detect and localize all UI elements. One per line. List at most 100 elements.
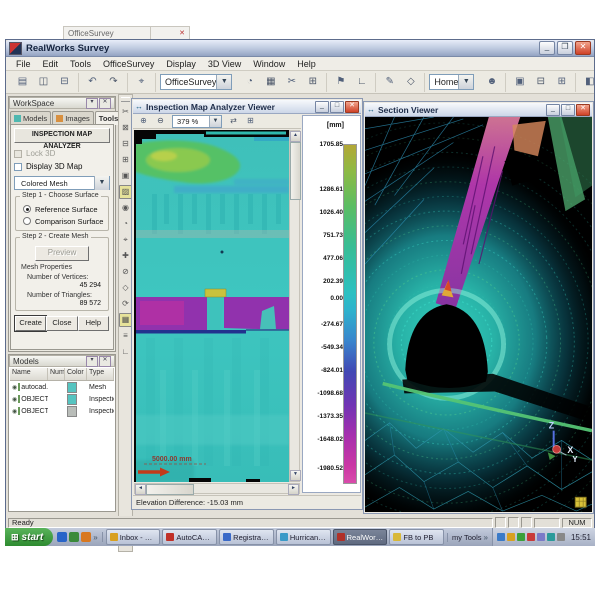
open-icon[interactable]: ▤ xyxy=(13,73,32,92)
visibility-eye-icon[interactable]: ◉ xyxy=(12,408,17,415)
maximize-button[interactable]: □ xyxy=(330,101,344,113)
panel-collapse-icon[interactable]: ▾ xyxy=(86,356,98,367)
messenger-tray-icon[interactable] xyxy=(537,533,545,541)
cascade-icon[interactable]: ▣ xyxy=(510,73,529,92)
minimize-button[interactable]: _ xyxy=(546,104,560,116)
scroll-left-icon[interactable]: ◄ xyxy=(135,484,146,495)
minimize-button[interactable]: _ xyxy=(539,41,555,55)
show-desktop-icon[interactable] xyxy=(69,532,79,542)
measure-icon[interactable]: ∟ xyxy=(352,73,371,92)
menu-help[interactable]: Help xyxy=(291,59,322,69)
taskbar-button[interactable]: FB to PB xyxy=(389,529,444,545)
swap-view-icon[interactable]: ⇄ xyxy=(226,114,241,129)
close-button[interactable]: ✕ xyxy=(575,41,591,55)
chevron-down-icon[interactable]: ▼ xyxy=(216,75,231,89)
print-icon[interactable]: ⊟ xyxy=(55,73,74,92)
mesh-type-select[interactable]: Colored Mesh ▼ xyxy=(14,176,110,190)
close-icon[interactable]: ✕ xyxy=(345,101,359,113)
taskbar-button[interactable]: Inbox - Microsof... xyxy=(106,529,161,545)
horizontal-scrollbar[interactable]: ◄ ► xyxy=(134,483,300,494)
help-button[interactable]: Help xyxy=(78,316,109,331)
restore-button[interactable]: ❐ xyxy=(557,41,573,55)
fit-view-icon[interactable]: ⊞ xyxy=(243,114,258,129)
sample-icon[interactable]: ◔ xyxy=(240,73,259,92)
menu-display[interactable]: Display xyxy=(160,59,202,69)
menu-3d-view[interactable]: 3D View xyxy=(202,59,247,69)
column-header-type[interactable]: Type xyxy=(87,368,114,380)
visibility-eye-icon[interactable]: ◉ xyxy=(12,396,17,403)
media-icon[interactable] xyxy=(81,532,91,542)
sync-tray-icon[interactable] xyxy=(547,533,555,541)
draw-icon[interactable]: ◇ xyxy=(401,73,420,92)
my-tools-toolbar[interactable]: my Tools » xyxy=(447,533,492,542)
user-icon[interactable]: ☻ xyxy=(482,73,501,92)
scroll-down-icon[interactable]: ▼ xyxy=(290,470,301,481)
table-row[interactable]: ◉OBJECT...Inspectio... xyxy=(10,405,114,417)
tile-horizontal-icon[interactable]: ⊟ xyxy=(531,73,550,92)
taskbar-button[interactable]: RealWorks Survey xyxy=(333,529,388,545)
officesurvey-combo[interactable]: OfficeSurvey▼ xyxy=(160,74,232,90)
mesh-icon[interactable]: ▦ xyxy=(261,73,280,92)
note-icon[interactable]: ✎ xyxy=(380,73,399,92)
undo-icon[interactable]: ↶ xyxy=(83,73,102,92)
menu-window[interactable]: Window xyxy=(247,59,291,69)
taskbar-button[interactable]: Hurricane - Micro... xyxy=(276,529,331,545)
inspect-icon[interactable]: ⊞ xyxy=(303,73,322,92)
scroll-up-icon[interactable]: ▲ xyxy=(290,131,301,142)
column-header-num[interactable]: Num... xyxy=(48,368,65,380)
save-icon[interactable]: ◫ xyxy=(34,73,53,92)
menu-tools[interactable]: Tools xyxy=(64,59,97,69)
tab-models[interactable]: Models xyxy=(10,111,51,125)
menu-edit[interactable]: Edit xyxy=(37,59,65,69)
chevron-icon[interactable]: » xyxy=(484,533,488,542)
scroll-thumb[interactable] xyxy=(290,142,301,200)
minimize-button[interactable]: _ xyxy=(315,101,329,113)
taskbar-button[interactable]: AutoCAD 2002 xyxy=(162,529,217,545)
comparison-surface-radio[interactable] xyxy=(23,217,31,225)
menu-file[interactable]: File xyxy=(10,59,37,69)
flag-icon[interactable]: ⚑ xyxy=(331,73,350,92)
new-viewer-icon[interactable]: ◧ xyxy=(580,73,594,92)
create-button[interactable]: Create xyxy=(15,316,46,331)
redo-icon[interactable]: ↷ xyxy=(104,73,123,92)
table-row[interactable]: ◉autocad...Mesh xyxy=(10,381,114,393)
tile-vertical-icon[interactable]: ⊞ xyxy=(552,73,571,92)
close-icon[interactable]: ✕ xyxy=(576,104,590,116)
home-combo[interactable]: Home▼ xyxy=(429,74,474,90)
close-button-panel[interactable]: Close xyxy=(46,316,77,331)
chevron-down-icon[interactable]: ▼ xyxy=(209,116,221,127)
chevron-down-icon[interactable]: ▼ xyxy=(458,75,473,89)
cut-icon[interactable]: ✂ xyxy=(282,73,301,92)
network-tray-icon[interactable] xyxy=(497,533,505,541)
toolbar-grip[interactable] xyxy=(121,97,130,102)
volume-tray-icon[interactable] xyxy=(557,533,565,541)
pick-target-icon[interactable]: ⌖ xyxy=(132,73,151,92)
menu-officesurvey[interactable]: OfficeSurvey xyxy=(97,59,160,69)
display-3d-map-checkbox[interactable] xyxy=(14,163,22,171)
antivirus-tray-icon[interactable] xyxy=(517,533,525,541)
panel-close-icon[interactable]: ✕ xyxy=(99,98,111,109)
preview-button[interactable]: Preview xyxy=(35,246,89,261)
column-header-name[interactable]: Name xyxy=(10,368,48,380)
zoom-out-icon[interactable]: ⊖ xyxy=(153,114,168,129)
panel-collapse-icon[interactable]: ▾ xyxy=(86,98,98,109)
updates-tray-icon[interactable] xyxy=(507,533,515,541)
table-row[interactable]: ◉OBJECT...Inspectio... xyxy=(10,393,114,405)
section-3d-view[interactable]: Z X Y xyxy=(365,117,592,512)
taskbar-button[interactable]: Registration Rep... xyxy=(219,529,274,545)
chevron-icon[interactable]: » xyxy=(93,533,97,542)
alert-tray-icon[interactable] xyxy=(527,533,535,541)
reference-surface-radio[interactable] xyxy=(23,205,31,213)
scroll-thumb[interactable] xyxy=(146,484,194,495)
maximize-button[interactable]: □ xyxy=(561,104,575,116)
internet-icon[interactable] xyxy=(57,532,67,542)
panel-close-icon[interactable]: ✕ xyxy=(99,356,111,367)
chevron-down-icon[interactable]: ▼ xyxy=(94,176,109,190)
column-header-color[interactable]: Color xyxy=(65,368,87,380)
zoom-level-combo[interactable]: 379 % ▼ xyxy=(172,115,222,128)
inspection-heatmap[interactable]: 5000.00 mm xyxy=(134,130,289,482)
visibility-eye-icon[interactable]: ◉ xyxy=(12,384,17,391)
zoom-in-icon[interactable]: ⊕ xyxy=(136,114,151,129)
start-button[interactable]: ⊞ start xyxy=(5,528,53,546)
vertical-scrollbar[interactable]: ▲ ▼ xyxy=(289,130,300,482)
